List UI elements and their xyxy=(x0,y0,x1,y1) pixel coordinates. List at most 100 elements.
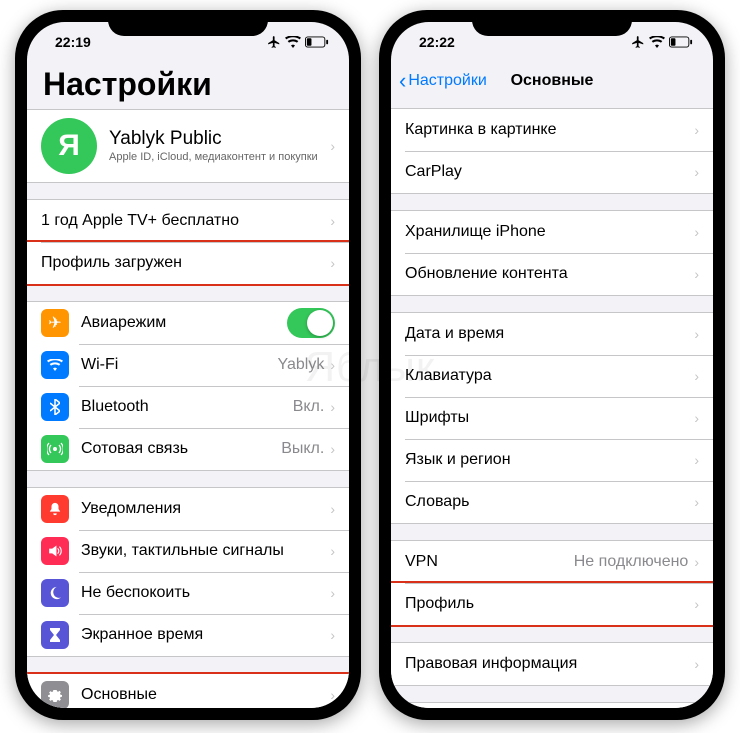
row-label: Правовая информация xyxy=(405,655,577,673)
row-label: Звуки, тактильные сигналы xyxy=(81,542,284,560)
wifi-icon xyxy=(41,351,69,379)
fonts-row[interactable]: Шрифты › xyxy=(391,397,713,439)
row-label: Картинка в картинке xyxy=(405,121,556,139)
group-storage: Хранилище iPhone › Обновление контента › xyxy=(391,210,713,296)
screen-time-row[interactable]: Экранное время › xyxy=(27,614,349,656)
row-label: Не беспокоить xyxy=(81,584,190,602)
status-icons xyxy=(631,35,693,49)
chevron-icon: › xyxy=(694,452,699,468)
reset-row[interactable]: Сброс › xyxy=(391,703,713,708)
wifi-icon xyxy=(285,36,301,48)
airplane-icon xyxy=(631,35,645,49)
chevron-icon: › xyxy=(694,596,699,612)
wifi-row[interactable]: Wi-Fi Yablyk › xyxy=(27,344,349,386)
row-label: Обновление контента xyxy=(405,265,568,283)
carplay-row[interactable]: CarPlay › xyxy=(391,151,713,193)
chevron-icon: › xyxy=(694,656,699,672)
row-value: Выкл. xyxy=(281,440,324,458)
highlight-box xyxy=(27,672,349,708)
row-label: Язык и регион xyxy=(405,451,511,469)
chevron-icon: › xyxy=(330,399,335,415)
status-time: 22:19 xyxy=(55,34,91,50)
chevron-icon: › xyxy=(694,122,699,138)
general-row[interactable]: Основные › xyxy=(27,674,349,708)
chevron-icon: › xyxy=(694,554,699,570)
row-label: Клавиатура xyxy=(405,367,492,385)
airplane-icon xyxy=(267,35,281,49)
chevron-icon: › xyxy=(330,585,335,601)
screen-settings: 22:19 Настройки Я Yablyk Public Apple ID… xyxy=(27,22,349,708)
chevron-icon: › xyxy=(330,138,335,154)
airplane-toggle[interactable] xyxy=(287,308,335,338)
row-label: CarPlay xyxy=(405,163,462,181)
apple-id-row[interactable]: Я Yablyk Public Apple ID, iCloud, медиак… xyxy=(27,110,349,182)
bluetooth-row[interactable]: Bluetooth Вкл. › xyxy=(27,386,349,428)
row-label: Wi-Fi xyxy=(81,356,118,374)
row-value: Вкл. xyxy=(293,398,325,416)
pip-row[interactable]: Картинка в картинке › xyxy=(391,109,713,151)
datetime-row[interactable]: Дата и время › xyxy=(391,313,713,355)
profile-row[interactable]: Профиль › xyxy=(391,583,713,625)
hourglass-icon xyxy=(41,621,69,649)
avatar: Я xyxy=(41,118,97,174)
chevron-icon: › xyxy=(694,494,699,510)
chevron-icon: › xyxy=(694,368,699,384)
language-region-row[interactable]: Язык и регион › xyxy=(391,439,713,481)
airplane-mode-row[interactable]: ✈ Авиарежим xyxy=(27,302,349,344)
dnd-row[interactable]: Не беспокоить › xyxy=(27,572,349,614)
row-label: Хранилище iPhone xyxy=(405,223,546,241)
storage-row[interactable]: Хранилище iPhone › xyxy=(391,211,713,253)
settings-content[interactable]: Я Yablyk Public Apple ID, iCloud, медиак… xyxy=(27,109,349,708)
battery-icon xyxy=(305,36,329,48)
chevron-left-icon: ‹ xyxy=(399,70,406,92)
back-label: Настройки xyxy=(408,72,486,90)
cellular-row[interactable]: Сотовая связь Выкл. › xyxy=(27,428,349,470)
chevron-icon: › xyxy=(330,255,335,271)
sounds-row[interactable]: Звуки, тактильные сигналы › xyxy=(27,530,349,572)
chevron-icon: › xyxy=(694,164,699,180)
screen-general: 22:22 ‹ Настройки Основные Картинка в ка… xyxy=(391,22,713,708)
moon-icon xyxy=(41,579,69,607)
row-label: Словарь xyxy=(405,493,469,511)
row-label: Профиль xyxy=(405,595,474,613)
bell-icon xyxy=(41,495,69,523)
general-content[interactable]: Картинка в картинке › CarPlay › Хранилищ… xyxy=(391,100,713,708)
battery-icon xyxy=(669,36,693,48)
row-value: Не подключено xyxy=(574,553,689,571)
group-reset: Сброс › Выключить xyxy=(391,702,713,708)
row-label: Шрифты xyxy=(405,409,469,427)
row-label: Сотовая связь xyxy=(81,440,188,458)
legal-row[interactable]: Правовая информация › xyxy=(391,643,713,685)
group-profile: Я Yablyk Public Apple ID, iCloud, медиак… xyxy=(27,109,349,183)
chevron-icon: › xyxy=(694,410,699,426)
vpn-row[interactable]: VPN Не подключено › xyxy=(391,541,713,583)
status-time: 22:22 xyxy=(419,34,455,50)
chevron-icon: › xyxy=(330,627,335,643)
background-refresh-row[interactable]: Обновление контента › xyxy=(391,253,713,295)
chevron-icon: › xyxy=(330,213,335,229)
group-general: Основные › Пункт управления › xyxy=(27,673,349,708)
bluetooth-icon xyxy=(41,393,69,421)
status-icons xyxy=(267,35,329,49)
profile-name: Yablyk Public xyxy=(109,128,330,151)
chevron-icon: › xyxy=(330,501,335,517)
chevron-icon: › xyxy=(330,687,335,703)
profile-downloaded-row[interactable]: Профиль загружен › xyxy=(27,242,349,284)
airplane-icon: ✈ xyxy=(41,309,69,337)
group-connectivity: ✈ Авиарежим Wi-Fi Yablyk › xyxy=(27,301,349,471)
row-label: Дата и время xyxy=(405,325,504,343)
page-title: Настройки xyxy=(27,62,349,109)
row-label: Уведомления xyxy=(81,500,181,518)
dictionary-row[interactable]: Словарь › xyxy=(391,481,713,523)
back-button[interactable]: ‹ Настройки xyxy=(399,70,487,92)
phone-right: 22:22 ‹ Настройки Основные Картинка в ка… xyxy=(379,10,725,720)
notifications-row[interactable]: Уведомления › xyxy=(27,488,349,530)
apple-tv-promo-row[interactable]: 1 год Apple TV+ бесплатно › xyxy=(27,200,349,242)
row-label: 1 год Apple TV+ бесплатно xyxy=(41,212,239,230)
notch xyxy=(472,10,632,36)
keyboard-row[interactable]: Клавиатура › xyxy=(391,355,713,397)
row-label: Bluetooth xyxy=(81,398,149,416)
phone-left: 22:19 Настройки Я Yablyk Public Apple ID… xyxy=(15,10,361,720)
chevron-icon: › xyxy=(330,543,335,559)
group-vpn: VPN Не подключено › Профиль › xyxy=(391,540,713,626)
